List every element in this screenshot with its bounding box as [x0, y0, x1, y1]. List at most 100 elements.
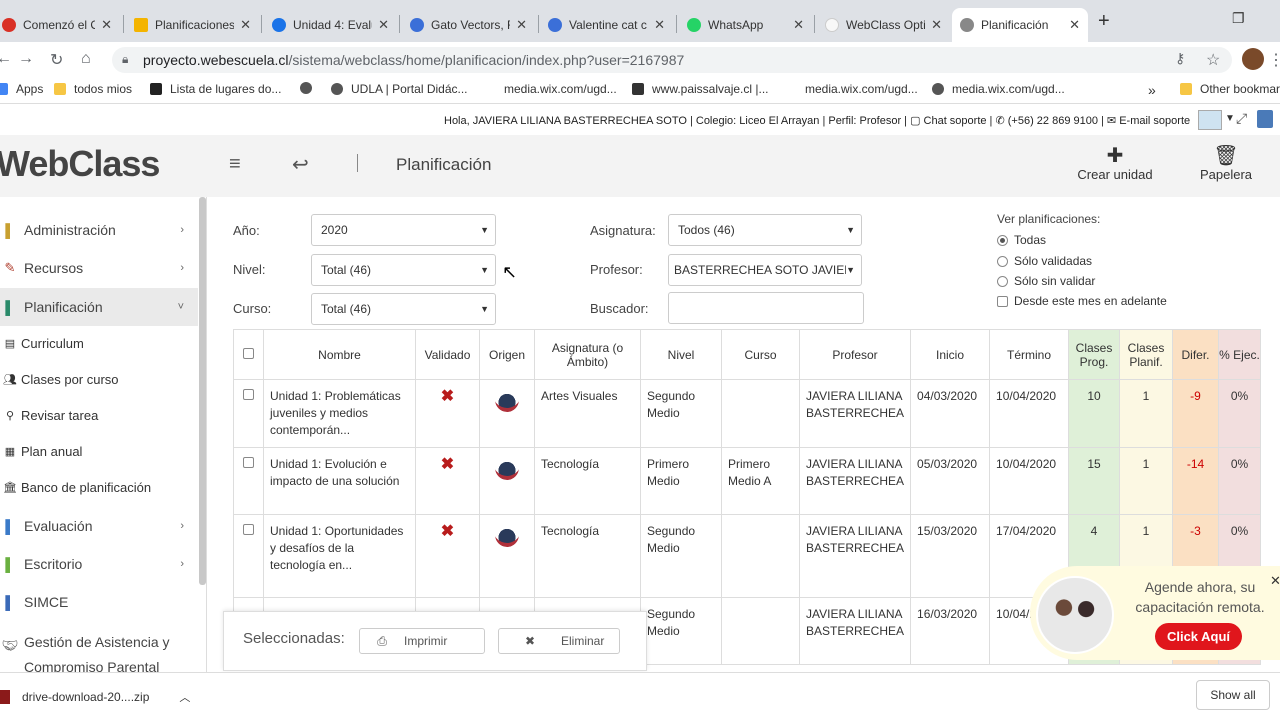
sidebar-item-recursos[interactable]: ✎ Recursos ›: [0, 249, 198, 287]
back-icon[interactable]: ←: [0, 50, 12, 68]
column-header[interactable]: Clases Prog.: [1068, 329, 1121, 380]
column-header[interactable]: Asignatura (o Ámbito): [534, 329, 641, 380]
unit-name[interactable]: Unidad 1: Evolución e impacto de una sol…: [263, 447, 416, 515]
table-row[interactable]: Unidad 1: Evolución e impacto de una sol…: [233, 447, 1262, 515]
reload-icon[interactable]: ↻: [50, 50, 63, 70]
print-button[interactable]: ⎙ Imprimir: [359, 628, 485, 654]
browser-tab[interactable]: Planificaciones ✕: [126, 8, 259, 42]
star-icon[interactable]: ☆: [1206, 50, 1220, 70]
webclass-logo[interactable]: WebClass: [0, 143, 160, 185]
close-tab-icon[interactable]: ✕: [378, 17, 389, 33]
asignatura-select[interactable]: Todos (46) ▼: [668, 214, 862, 246]
lock-icon[interactable]: 🔒︎: [122, 52, 128, 67]
chevron-up-icon[interactable]: ︿: [179, 689, 190, 705]
browser-tab[interactable]: Valentine cat c ✕: [540, 8, 673, 42]
column-header[interactable]: Origen: [479, 329, 535, 380]
column-header[interactable]: Nivel: [640, 329, 722, 380]
unit-name[interactable]: Unidad 1: Oportunidades y desafíos de la…: [263, 514, 416, 598]
sidebar-item-evaluacion[interactable]: ▌ Evaluación ›: [0, 507, 198, 545]
sidebar-subitem-clases-por-curso[interactable]: 👥︎ Clases por curso: [2, 372, 119, 387]
restore-window-icon[interactable]: ❐: [1232, 10, 1245, 27]
close-tab-icon[interactable]: ✕: [931, 17, 942, 33]
color-theme-icon[interactable]: [1198, 110, 1222, 130]
column-header[interactable]: Inicio: [910, 329, 991, 380]
browser-tab[interactable]: Unidad 4: Evalu ✕: [264, 8, 397, 42]
sidebar-item-planificacion[interactable]: ▌ Planificación ˅: [0, 288, 198, 326]
profesor-select[interactable]: BASTERRECHEA SOTO JAVIERA L▼: [668, 254, 862, 286]
show-all-button[interactable]: Show all: [1196, 680, 1270, 710]
unit-name[interactable]: Unidad 1: Problemáticas juveniles y medi…: [263, 379, 416, 448]
column-header[interactable]: Difer.: [1172, 329, 1220, 380]
close-tab-icon[interactable]: ✕: [793, 17, 804, 33]
bookmark-item[interactable]: www.paissalvaje.cl |...: [632, 82, 769, 96]
sidebar-scrollbar[interactable]: [199, 197, 206, 585]
sidebar-subitem-revisar-tarea[interactable]: ⚲ Revisar tarea: [2, 408, 98, 423]
column-header[interactable]: Nombre: [263, 329, 416, 380]
browser-tab[interactable]: Gato Vectors, F ✕: [402, 8, 535, 42]
forward-icon[interactable]: →: [18, 50, 34, 68]
new-tab-icon[interactable]: +: [1098, 10, 1110, 33]
chevron-down-icon[interactable]: ▼: [1225, 113, 1235, 124]
radio-todas[interactable]: Todas: [997, 233, 1046, 247]
nivel-select[interactable]: Total (46) ▼: [311, 254, 496, 286]
sidebar-item-administracion[interactable]: ▌ Administración ›: [0, 211, 198, 249]
radio-solo-validadas[interactable]: Sólo validadas: [997, 254, 1092, 268]
browser-tab[interactable]: Comenzó el Ot ✕: [0, 8, 120, 42]
bookmark-item[interactable]: media.wix.com/ugd...: [932, 82, 1065, 96]
column-header[interactable]: % Ejec.: [1218, 329, 1262, 380]
browser-tab[interactable]: WhatsApp ✕: [679, 8, 812, 42]
search-input[interactable]: [668, 292, 864, 324]
bookmark-item[interactable]: UDLA | Portal Didác...: [331, 82, 468, 96]
radio-solo-sin-validar[interactable]: Sólo sin validar: [997, 274, 1095, 288]
close-tab-icon[interactable]: ✕: [1069, 17, 1080, 33]
promo-click-button[interactable]: Click Aquí: [1155, 623, 1242, 650]
browser-tab-active[interactable]: Planificación ✕: [952, 8, 1088, 42]
column-header[interactable]: Término: [989, 329, 1070, 380]
bookmark-item[interactable]: media.wix.com/ugd...: [484, 82, 617, 96]
bookmark-item[interactable]: media.wix.com/ugd...: [785, 82, 918, 96]
create-unit-button[interactable]: ✚ Crear unidad: [1068, 145, 1162, 182]
trash-button[interactable]: 🗑︎ Papelera: [1192, 145, 1260, 182]
browser-tab[interactable]: WebClass Opti ✕: [817, 8, 950, 42]
delete-button[interactable]: ✖ Eliminar: [498, 628, 620, 654]
hamburger-menu-icon[interactable]: ≡: [229, 153, 241, 176]
row-checkbox[interactable]: [243, 389, 254, 400]
bookmark-folder-other[interactable]: Other bookmarks: [1180, 82, 1280, 96]
row-checkbox[interactable]: [243, 457, 254, 468]
home-icon[interactable]: ⌂: [81, 50, 91, 68]
key-icon[interactable]: ⚷: [1175, 50, 1185, 67]
more-bookmarks-icon[interactable]: »: [1148, 82, 1156, 98]
table-row[interactable]: Unidad 1: Problemáticas juveniles y medi…: [233, 379, 1262, 448]
sidebar-item-escritorio[interactable]: ▌ Escritorio ›: [0, 545, 198, 583]
sidebar-item-gestion-asistencia[interactable]: 🤝︎ Gestión de Asistencia y Compromiso Pare…: [0, 630, 198, 675]
url-text[interactable]: proyecto.webescuela.cl/sistema/webclass/…: [143, 52, 684, 68]
user-icon[interactable]: [1257, 110, 1273, 128]
fullscreen-icon[interactable]: ⤢: [1236, 110, 1247, 127]
back-arrow-icon[interactable]: ↩: [292, 152, 309, 177]
column-header[interactable]: Clases Planif.: [1119, 329, 1174, 380]
bookmark-item[interactable]: [300, 82, 320, 94]
close-icon[interactable]: ✕: [1270, 573, 1280, 589]
close-tab-icon[interactable]: ✕: [101, 17, 112, 33]
bookmark-folder[interactable]: todos mios: [54, 82, 132, 96]
column-header[interactable]: Curso: [721, 329, 800, 380]
anio-select[interactable]: 2020 ▼: [311, 214, 496, 246]
column-header[interactable]: Validado: [415, 329, 480, 380]
row-checkbox[interactable]: [243, 524, 254, 535]
close-tab-icon[interactable]: ✕: [240, 17, 251, 33]
sidebar-subitem-banco[interactable]: 🏛︎ Banco de planificación: [2, 480, 151, 495]
sidebar-item-simce[interactable]: ▌ SIMCE: [0, 583, 198, 621]
close-tab-icon[interactable]: ✕: [516, 17, 527, 33]
bookmark-item[interactable]: Lista de lugares do...: [150, 82, 281, 96]
bookmark-apps[interactable]: Apps: [0, 82, 43, 96]
sidebar-subitem-curriculum[interactable]: ▤ Curriculum: [2, 336, 84, 351]
close-tab-icon[interactable]: ✕: [654, 17, 665, 33]
menu-icon[interactable]: ⋮: [1268, 50, 1280, 70]
column-header[interactable]: Profesor: [798, 329, 912, 380]
profile-avatar[interactable]: [1242, 48, 1264, 70]
checkbox-desde-este-mes[interactable]: Desde este mes en adelante: [997, 294, 1167, 308]
curso-select[interactable]: Total (46) ▼: [311, 293, 496, 325]
sidebar-subitem-plan-anual[interactable]: ▦ Plan anual: [2, 444, 83, 459]
select-all-checkbox[interactable]: [243, 347, 254, 359]
download-item[interactable]: drive-download-20....zip ︿: [0, 689, 190, 705]
